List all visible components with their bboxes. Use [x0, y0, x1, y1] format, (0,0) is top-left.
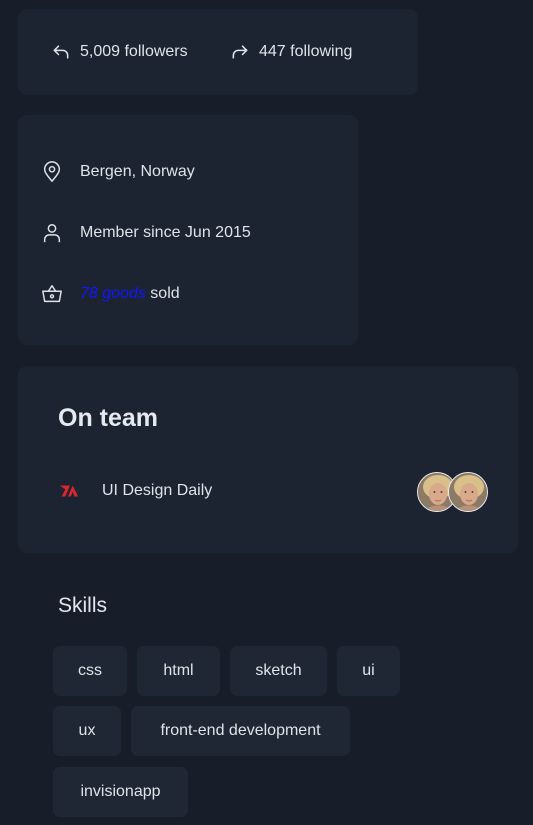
skill-tag-ui[interactable]: ui	[337, 646, 400, 696]
skill-tag-invisionapp[interactable]: invisionapp	[53, 767, 188, 817]
team-card: On team UI Design Daily	[18, 366, 518, 553]
team-section-title: On team	[58, 404, 159, 432]
skill-tag-front-end-development[interactable]: front-end development	[131, 706, 350, 756]
location-pin-icon	[40, 160, 64, 184]
team-item[interactable]: UI Design Daily	[58, 476, 212, 506]
goods-sold-row: 78 goods sold	[40, 282, 180, 306]
skills-section-title: Skills	[58, 594, 108, 617]
followers-count: 5,009 followers	[80, 43, 188, 60]
followers-link[interactable]: 5,009 followers	[51, 40, 188, 64]
goods-sold-suffix: sold	[145, 285, 180, 302]
location-row: Bergen, Norway	[40, 160, 195, 184]
member-since-row: Member since Jun 2015	[40, 221, 251, 245]
member-since-text: Member since Jun 2015	[80, 224, 251, 241]
reply-arrow-icon	[53, 45, 69, 59]
follow-stats-card: 5,009 followers 447 following	[18, 9, 418, 95]
following-link[interactable]: 447 following	[230, 40, 352, 64]
basket-icon	[40, 282, 64, 306]
skill-tag-sketch[interactable]: sketch	[230, 646, 327, 696]
following-count: 447 following	[259, 43, 353, 60]
skill-tag-ux[interactable]: ux	[53, 706, 121, 756]
avatar-face-icon	[449, 473, 487, 511]
ui-design-daily-logo-icon	[59, 485, 79, 497]
goods-sold-text: 78 goods sold	[80, 285, 180, 303]
goods-link[interactable]: 78 goods	[80, 285, 146, 302]
team-member-avatar[interactable]	[448, 472, 488, 512]
location-text: Bergen, Norway	[80, 163, 195, 180]
user-icon	[40, 221, 64, 245]
skill-tag-html[interactable]: html	[137, 646, 220, 696]
forward-arrow-icon	[232, 45, 248, 59]
skill-tag-css[interactable]: css	[53, 646, 127, 696]
team-name: UI Design Daily	[102, 482, 213, 499]
